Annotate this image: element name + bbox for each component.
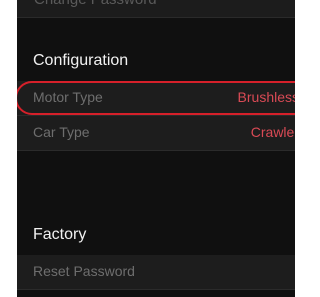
settings-screen: Change Password Configuration Motor Type… [17, 0, 295, 297]
reset-password-row[interactable]: Reset Password [17, 255, 295, 290]
change-password-row[interactable]: Change Password [17, 0, 295, 18]
car-type-label: Car Type [33, 124, 90, 140]
car-type-row[interactable]: Car Type Crawler [17, 116, 295, 151]
car-type-value: Crawler [250, 124, 295, 140]
motor-type-row[interactable]: Motor Type Brushless [17, 81, 295, 116]
factory-header: Factory [33, 226, 87, 243]
reset-password-label: Reset Password [33, 263, 135, 279]
change-password-label: Change Password [34, 0, 157, 8]
configuration-header: Configuration [33, 52, 129, 69]
motor-type-value: Brushless [237, 89, 295, 105]
motor-type-label: Motor Type [33, 89, 103, 105]
